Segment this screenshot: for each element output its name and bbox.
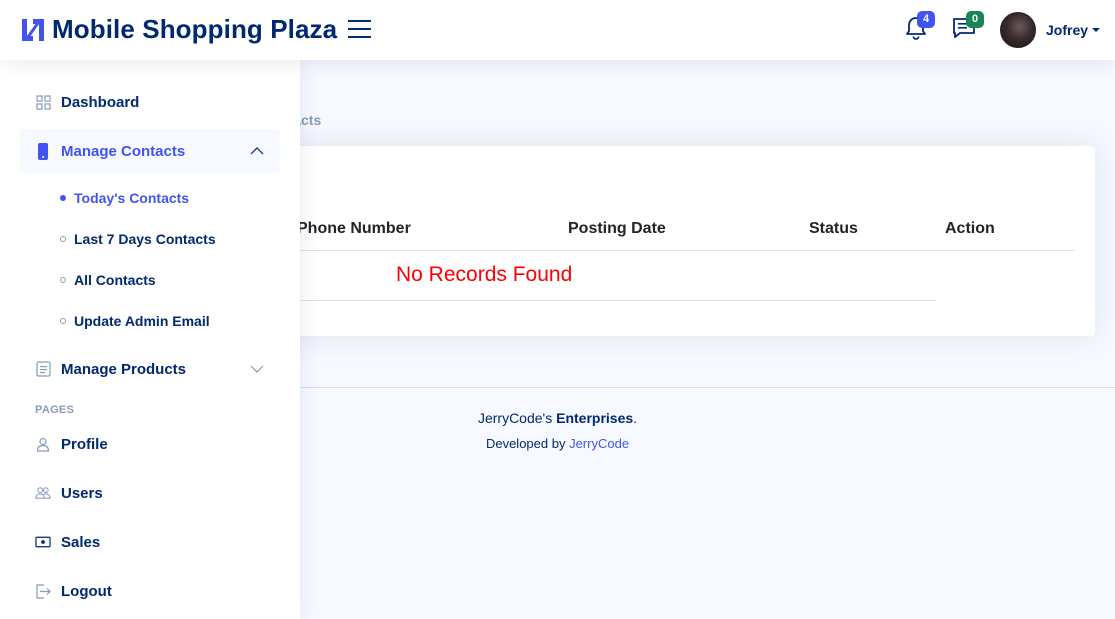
sidebar-toggle-button[interactable] xyxy=(348,18,372,45)
column-header-phone: Phone Number xyxy=(297,220,411,237)
sidebar-item-sales[interactable]: Sales xyxy=(20,520,280,564)
table-row-divider xyxy=(300,300,936,301)
app-title: Mobile Shopping Plaza xyxy=(52,14,338,44)
sidebar-item-users[interactable]: Users xyxy=(20,471,280,515)
top-header: Mobile Shopping Plaza 4 0 Jofrey xyxy=(0,0,1115,60)
notifications-button[interactable]: 4 xyxy=(905,11,935,45)
table-header-divider xyxy=(300,250,1075,251)
messages-button[interactable]: 0 xyxy=(952,11,984,45)
people-icon xyxy=(35,485,51,501)
nav-heading-pages: PAGES xyxy=(35,404,75,416)
grid-icon xyxy=(35,94,51,110)
breadcrumb: ntacts xyxy=(300,112,322,128)
sidebar: Dashboard Manage Contacts Today's Contac… xyxy=(0,60,300,619)
document-list-icon xyxy=(35,361,51,377)
messages-badge: 0 xyxy=(966,11,984,28)
sidebar-subitem-all-contacts[interactable]: All Contacts xyxy=(60,268,156,292)
logout-icon xyxy=(35,583,51,599)
sidebar-item-label: Logout xyxy=(61,582,112,600)
sidebar-item-label: Profile xyxy=(61,435,108,453)
cash-icon xyxy=(35,534,51,550)
sidebar-item-label: Manage Products xyxy=(61,360,187,378)
footer-credits: Developed by JerryCode xyxy=(485,436,630,451)
sidebar-item-label: Manage Contacts xyxy=(61,142,186,160)
credits-link[interactable]: JerryCode xyxy=(569,436,629,451)
footer-copyright: JerryCode's Enterprises. xyxy=(477,410,638,426)
bullet-icon xyxy=(60,195,66,201)
sidebar-item-dashboard[interactable]: Dashboard xyxy=(20,80,280,124)
sidebar-item-label: Sales xyxy=(61,533,101,551)
sidebar-subitem-update-admin-email[interactable]: Update Admin Email xyxy=(60,309,210,333)
bullet-icon xyxy=(60,318,66,324)
avatar xyxy=(1000,12,1036,48)
bullet-icon xyxy=(60,277,66,283)
chevron-down-icon xyxy=(250,362,264,380)
sidebar-item-label: Dashboard xyxy=(61,93,140,111)
hamburger-icon xyxy=(348,20,371,38)
profile-dropdown[interactable]: Jofrey xyxy=(1000,12,1101,48)
column-header-posting-date: Posting Date xyxy=(568,220,666,237)
sidebar-item-logout[interactable]: Logout xyxy=(20,569,280,613)
column-header-status: Status xyxy=(809,220,858,237)
logo-icon xyxy=(22,18,44,41)
bullet-icon xyxy=(60,236,66,242)
sidebar-item-profile[interactable]: Profile xyxy=(20,422,280,466)
no-records-message: No Records Found xyxy=(396,263,573,286)
notifications-badge: 4 xyxy=(917,11,935,28)
sidebar-item-manage-products[interactable]: Manage Products xyxy=(20,347,280,391)
sidebar-subitem-last-7-days[interactable]: Last 7 Days Contacts xyxy=(60,227,216,251)
footer-divider xyxy=(300,387,1115,388)
profile-name: Jofrey xyxy=(1046,22,1089,38)
sidebar-subitem-todays-contacts[interactable]: Today's Contacts xyxy=(60,186,189,210)
caret-down-icon xyxy=(1092,28,1101,32)
chevron-up-icon xyxy=(250,144,264,162)
sidebar-item-label: Users xyxy=(61,484,103,502)
logo[interactable]: Mobile Shopping Plaza xyxy=(20,14,337,45)
person-icon xyxy=(35,436,51,452)
column-header-action: Action xyxy=(945,220,995,237)
phone-icon xyxy=(35,142,51,160)
sidebar-item-manage-contacts[interactable]: Manage Contacts xyxy=(20,129,280,173)
